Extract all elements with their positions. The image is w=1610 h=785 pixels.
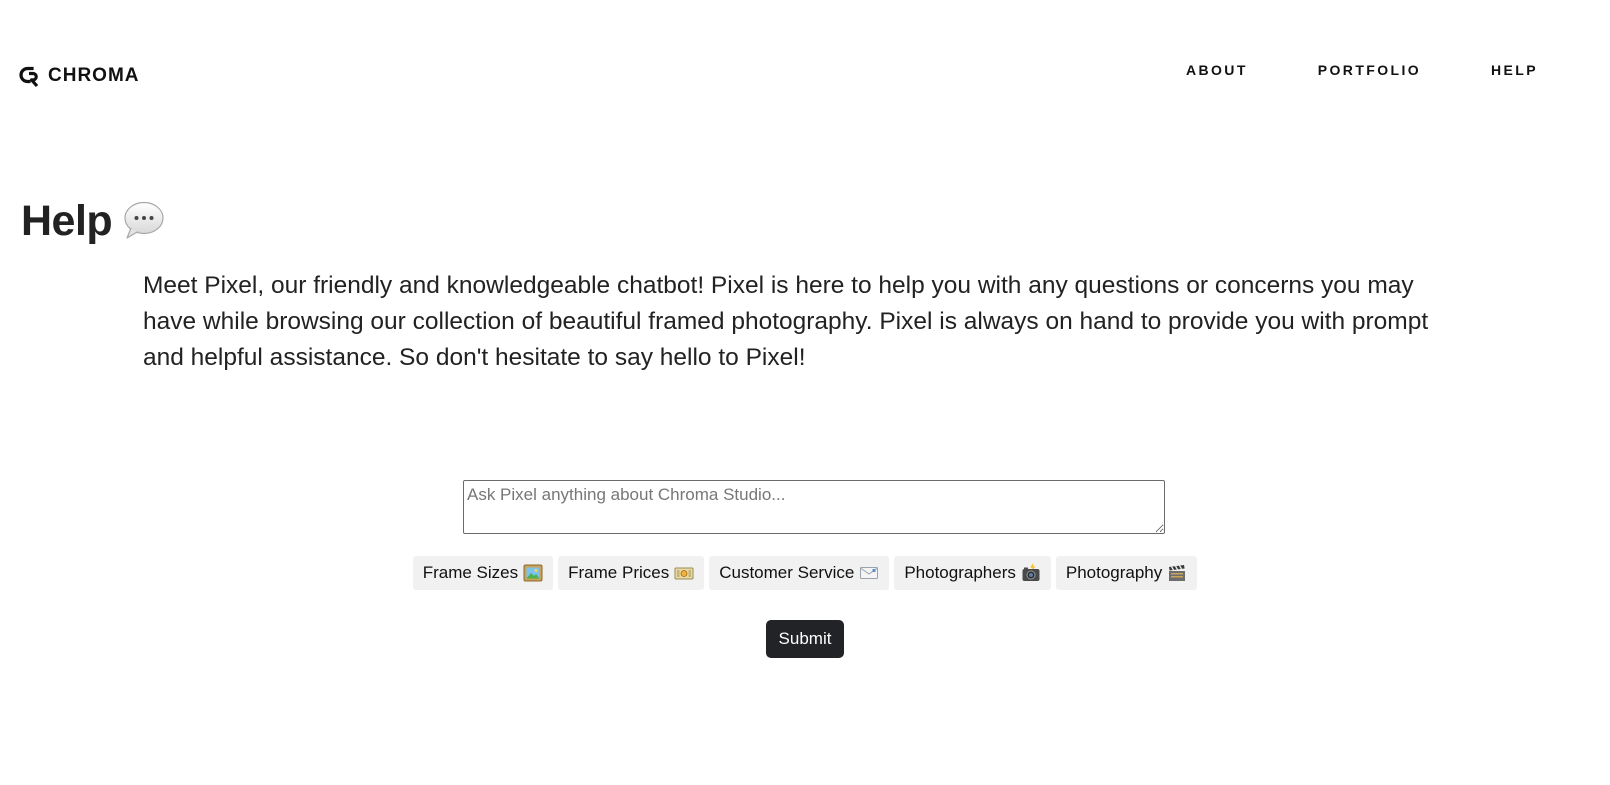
page-title: Help: [21, 197, 113, 245]
submit-row: Submit: [0, 620, 1610, 658]
chip-photographers[interactable]: Photographers: [894, 556, 1051, 590]
submit-button[interactable]: Submit: [765, 620, 845, 658]
question-input[interactable]: [463, 480, 1165, 534]
chip-label: Frame Prices: [568, 563, 670, 582]
main-nav: ABOUT PORTFOLIO HELP: [1186, 62, 1538, 78]
chroma-logo-icon: [19, 66, 39, 88]
logo[interactable]: CHROMA: [18, 64, 140, 88]
nav-link-portfolio[interactable]: PORTFOLIO: [1318, 62, 1421, 78]
title-row: Help: [21, 196, 166, 246]
nav-link-about[interactable]: ABOUT: [1186, 62, 1248, 78]
framed-picture-icon: [523, 564, 543, 582]
suggestion-chips: Frame Sizes Frame Prices Customer Servic…: [0, 556, 1610, 590]
chip-label: Frame Sizes: [422, 563, 519, 582]
camera-flash-icon: [1022, 563, 1040, 581]
chip-frame-prices[interactable]: Frame Prices: [558, 556, 705, 590]
chip-label: Customer Service: [719, 563, 855, 582]
chip-photography[interactable]: Photography: [1055, 556, 1198, 590]
logo-text: CHROMA: [48, 65, 140, 86]
chip-frame-sizes[interactable]: Frame Sizes: [412, 556, 554, 590]
money-icon: [674, 567, 694, 580]
site-header: CHROMA ABOUT PORTFOLIO HELP: [0, 0, 1610, 140]
film-clapper-icon: [1169, 565, 1186, 581]
nav-link-help[interactable]: HELP: [1491, 62, 1538, 78]
chip-customer-service[interactable]: Customer Service: [709, 556, 890, 590]
chip-label: Photographers: [904, 563, 1016, 582]
help-page: CHROMA ABOUT PORTFOLIO HELP Help Meet Pi…: [0, 0, 1610, 785]
intro-paragraph: Meet Pixel, our friendly and knowledgeab…: [143, 272, 1429, 371]
envelope-icon: [860, 567, 879, 579]
chip-label: Photography: [1065, 563, 1163, 582]
speech-bubble-icon: [124, 201, 164, 239]
